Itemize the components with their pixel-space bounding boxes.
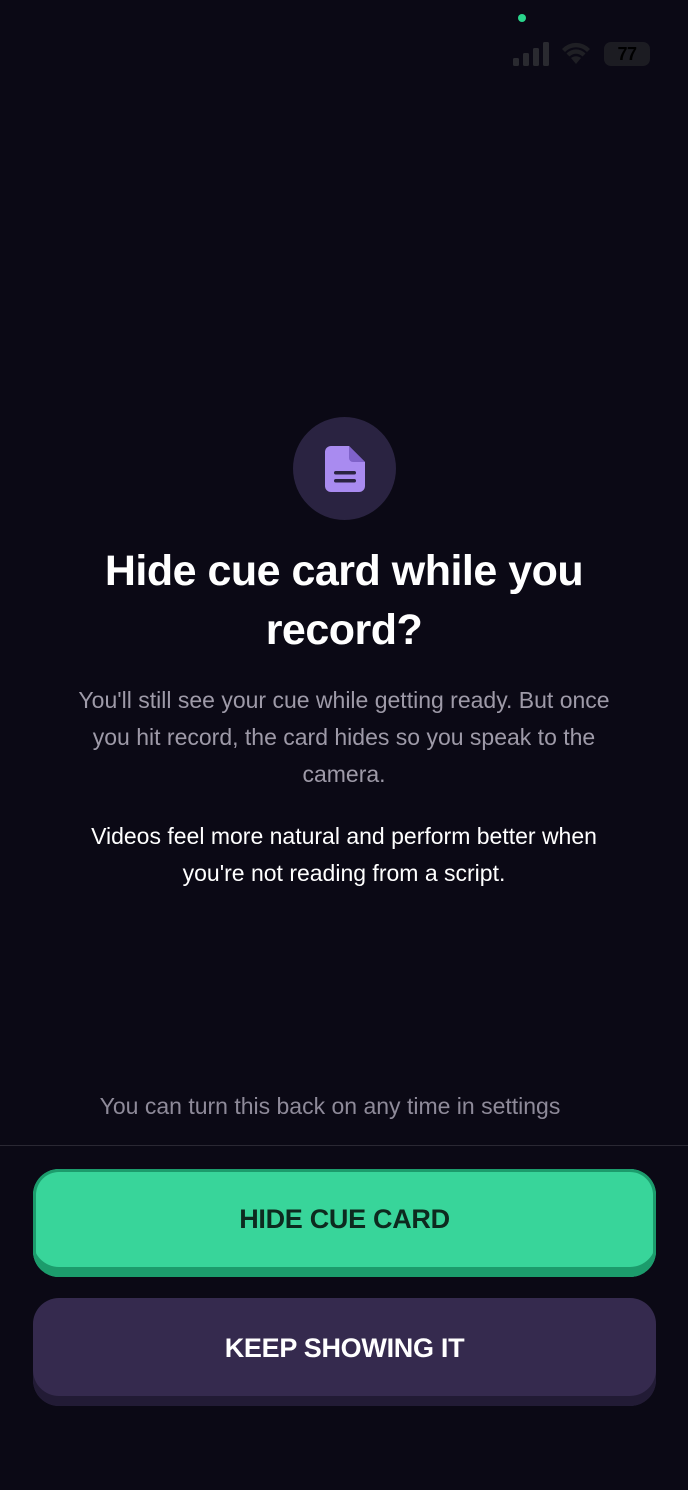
camera-indicator-icon — [518, 14, 526, 22]
dialog-emphasis: Videos feel more natural and perform bet… — [91, 823, 597, 886]
wifi-icon — [562, 42, 590, 64]
dialog-title: Hide cue card while you record? — [104, 547, 584, 654]
cue-card-prompt-screen: 77 Hide cue card while you record? You'l… — [0, 0, 688, 1490]
cellular-signal-icon — [513, 42, 549, 66]
keep-showing-button[interactable]: KEEP SHOWING IT — [33, 1298, 656, 1406]
document-icon — [324, 445, 365, 492]
divider — [0, 1145, 688, 1146]
battery-indicator: 77 — [604, 42, 650, 66]
document-icon-badge — [293, 417, 396, 520]
battery-level: 77 — [617, 43, 637, 64]
hide-cue-card-button[interactable]: HIDE CUE CARD — [33, 1169, 656, 1277]
dialog-description: You'll still see your cue while getting … — [78, 687, 610, 787]
status-bar: 77 — [0, 0, 688, 90]
settings-note: You can turn this back on any time in se… — [99, 1093, 561, 1119]
